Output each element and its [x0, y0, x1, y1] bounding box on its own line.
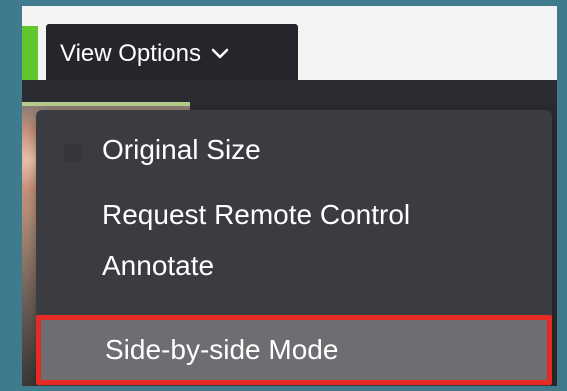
- view-options-menu: Original Size Request Remote Control Ann…: [36, 110, 552, 386]
- view-options-label: View Options: [60, 40, 201, 67]
- view-options-button[interactable]: View Options: [46, 24, 298, 84]
- menu-item-original-size[interactable]: Original Size: [36, 122, 552, 178]
- menu-item-request-remote-control[interactable]: Request Remote Control: [36, 187, 552, 243]
- menu-item-label: Request Remote Control: [102, 199, 411, 230]
- menu-item-side-by-side-mode[interactable]: Side-by-side Mode: [36, 315, 552, 385]
- app-frame: View Options Original Size Request Remot…: [22, 6, 557, 386]
- chevron-down-icon: [211, 48, 229, 59]
- toolbar-strip: [22, 80, 557, 88]
- menu-item-label: Original Size: [102, 134, 261, 165]
- menu-item-label: Side-by-side Mode: [105, 334, 339, 365]
- menu-item-annotate[interactable]: Annotate: [36, 238, 552, 294]
- menu-item-label: Annotate: [102, 250, 215, 281]
- active-indicator-bar: [22, 26, 38, 84]
